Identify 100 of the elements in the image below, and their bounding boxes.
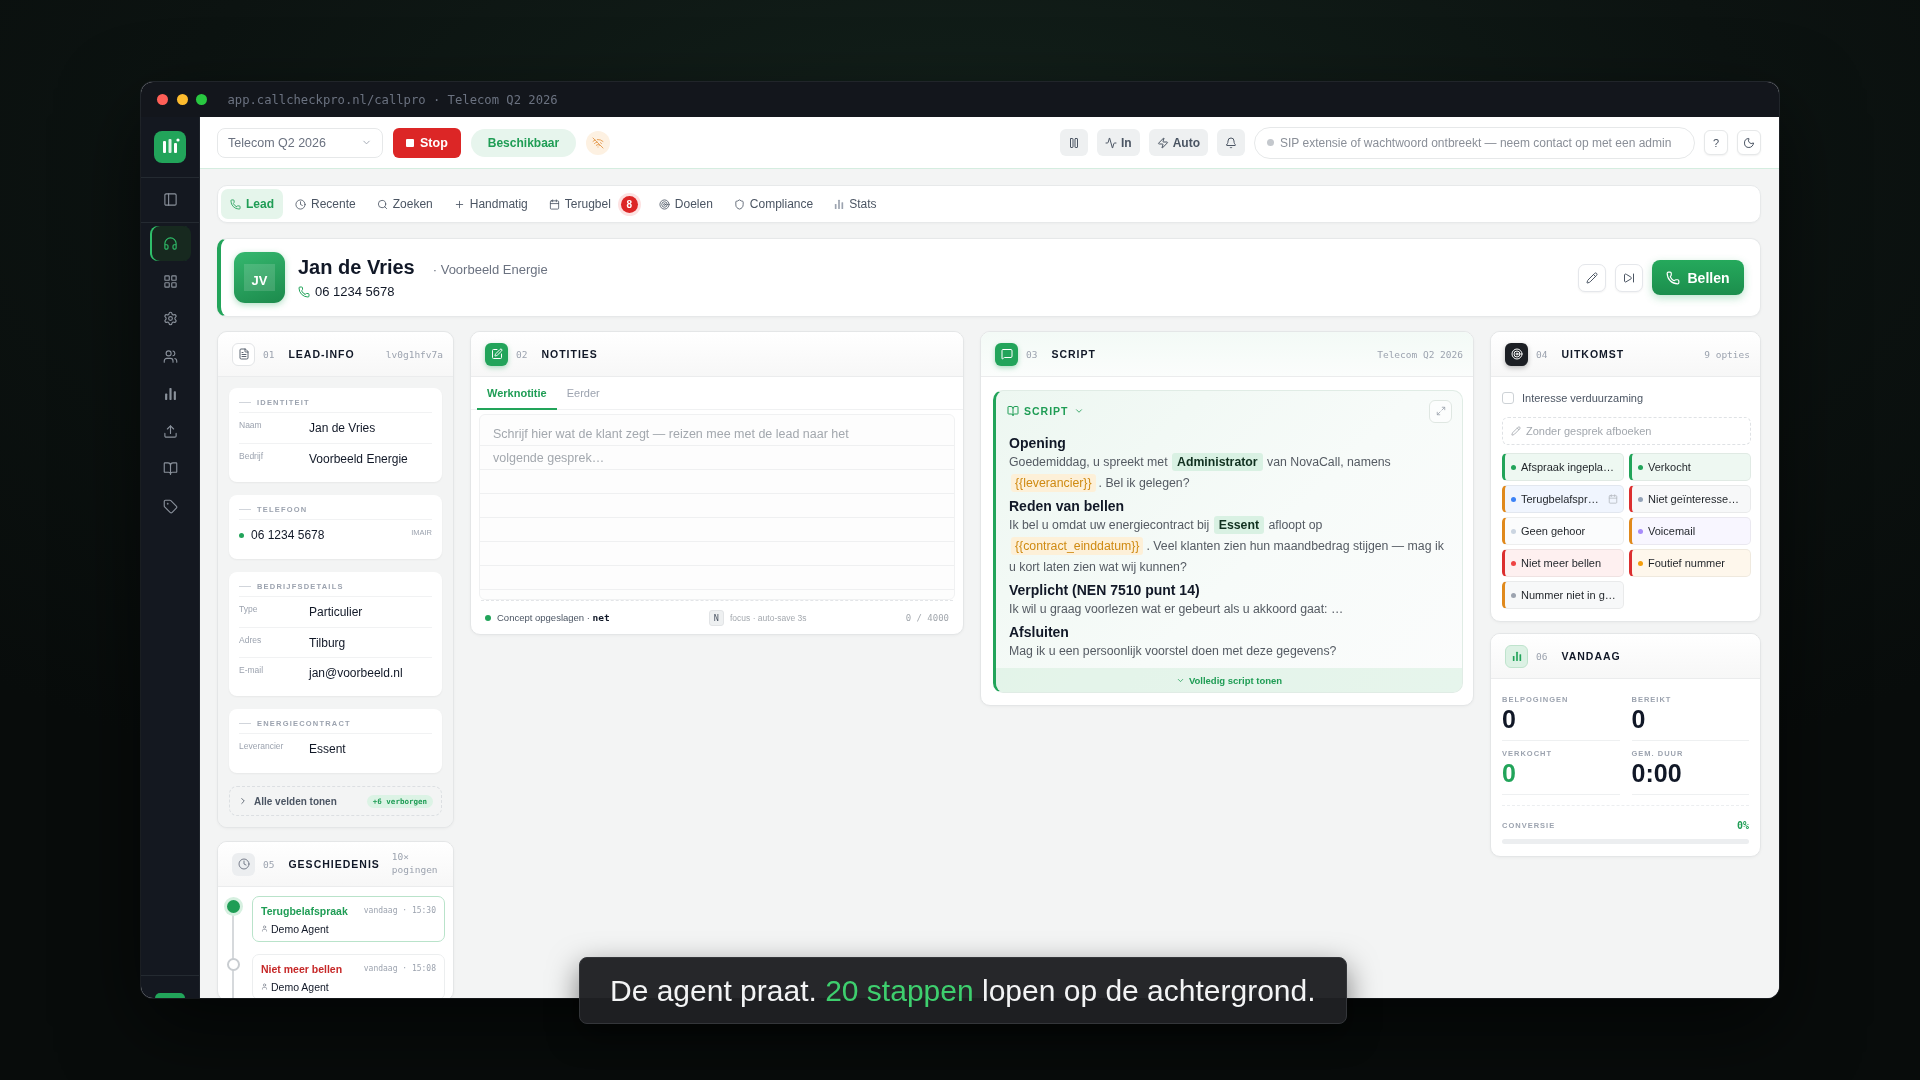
book-icon: [162, 461, 178, 476]
phone-icon: [1666, 270, 1681, 285]
headphones-icon: [162, 236, 178, 251]
save-status: Concept opgeslagen · net: [497, 612, 610, 623]
script-paragraph: Ik wil u graag voorlezen wat er gebeurt als u akkoord gaat: …: [1009, 601, 1345, 618]
field-value: Particulier: [309, 605, 364, 619]
lead-name: Jan de Vries: [298, 256, 415, 279]
chevron-down-icon: [1073, 406, 1084, 416]
logo-icon[interactable]: [154, 131, 186, 163]
field-label: E-mail: [239, 664, 265, 675]
outcome-button[interactable]: Afspraak ingepla…: [1502, 453, 1624, 481]
panel-icon: [162, 191, 178, 207]
field-value: jan@voorbeeld.nl: [309, 665, 404, 680]
panel-number: 01: [263, 348, 275, 360]
tab[interactable]: Compliance: [724, 189, 823, 219]
outcome-button[interactable]: Verkocht: [1629, 453, 1751, 481]
panel-meta: 10× pogingen: [391, 851, 439, 877]
plus-icon: [453, 198, 465, 210]
notes-tab[interactable]: Werknotitie: [477, 377, 557, 410]
checkbox[interactable]: [1502, 392, 1514, 404]
clock-icon: [295, 198, 306, 210]
script-heading: Verplicht (NEN 7510 punt 14): [1009, 582, 1201, 598]
history-time: vandaag · 15:30: [363, 906, 436, 915]
pencil-icon: [1511, 426, 1521, 436]
panel-title: SCRIPT: [1051, 348, 1096, 360]
script-heading: Reden van bellen: [1009, 498, 1126, 514]
outcome-button[interactable]: Niet meer bellen: [1502, 549, 1624, 577]
script-paragraph: Mag ik u een persoonlijk voorstel doen met deze gegevens?: [1009, 643, 1338, 660]
in-button[interactable]: In: [1097, 129, 1140, 156]
tab[interactable]: Stats: [825, 189, 886, 219]
tab[interactable]: Terugbel 8: [539, 189, 647, 219]
notes-field[interactable]: Schrijf hier wat de klant zegt — reizen mee met de lead naar het volgende gesprek…: [479, 414, 955, 600]
field-value: Voorbeeld Energie: [309, 451, 409, 466]
panel-title: LEAD-INFO: [288, 348, 355, 360]
field-value: Essent: [309, 742, 347, 756]
sidebar-item[interactable]: [149, 226, 191, 261]
outcome-button[interactable]: Terugbelafspr…: [1502, 485, 1624, 513]
stop-button[interactable]: Stop: [393, 127, 461, 158]
user-icon: [261, 983, 268, 990]
tab[interactable]: Recente: [286, 189, 365, 219]
count-badge: 8: [620, 195, 638, 213]
theme-toggle-button[interactable]: [1737, 130, 1761, 155]
stat-value: 0:00: [1631, 761, 1683, 786]
upload-icon: [162, 423, 178, 439]
checkbox-label[interactable]: Interesse verduurzaming: [1522, 392, 1644, 404]
bar-chart-icon: [834, 199, 845, 209]
wifi-off-icon: [586, 130, 611, 155]
campaign-select[interactable]: Telecom Q2 2026: [217, 127, 383, 158]
lead-avatar: JV: [234, 252, 285, 303]
bar-chart-icon: [1505, 644, 1528, 668]
panel-title: UITKOMST: [1561, 348, 1625, 360]
history-title: Niet meer bellen: [261, 962, 343, 975]
outcome-button[interactable]: Nummer niet in g…: [1502, 581, 1624, 609]
panel-title: VANDAAG: [1561, 650, 1621, 662]
script-paragraph: Ik bel u omdat uw energiecontract bij Essent afloopt op {{contract_einddatum}} . Veel klanten zien hun maandbedrag stijgen — mag ik u kort laten zien wat wij kunnen?: [1009, 515, 1445, 576]
phone-icon: [298, 285, 310, 298]
show-all-label[interactable]: Alle velden tonen: [254, 795, 337, 807]
edit-button[interactable]: [1578, 263, 1606, 292]
phone-number: 06 1234 5678: [251, 528, 325, 542]
outcome-button[interactable]: Foutief nummer: [1629, 549, 1751, 577]
url-text: app.callcheckpro.nl/callpro · Telecom Q2 2026: [227, 92, 558, 107]
stat-value: 0: [1502, 761, 1517, 786]
panel-meta: 9 opties: [1704, 348, 1750, 360]
window-maximize-button[interactable]: [196, 94, 207, 105]
panel-title: NOTITIES: [541, 348, 598, 360]
panel-number: 03: [1026, 348, 1038, 360]
outcome-button[interactable]: Niet geïnteresse…: [1629, 485, 1751, 513]
script-heading: Afsluiten: [1009, 624, 1070, 640]
panel-meta: Telecom Q2 2026: [1377, 348, 1463, 360]
shield-icon: [733, 198, 745, 210]
shortcut-hint: focus · auto-save 3s: [730, 612, 807, 623]
conversion-value: 0%: [1736, 820, 1749, 831]
auto-button[interactable]: Auto: [1148, 129, 1208, 156]
panel-number: 05: [263, 858, 275, 870]
panel-meta: lv0g1hfv7a: [385, 348, 443, 360]
skip-forward-icon: [1623, 271, 1635, 284]
notifications-button[interactable]: [1217, 129, 1245, 156]
skip-button[interactable]: [1615, 263, 1643, 292]
tab[interactable]: Zoeken: [367, 189, 442, 219]
history-title: Terugbelafspraak: [261, 904, 348, 917]
call-button[interactable]: Bellen: [1652, 260, 1744, 295]
tab[interactable]: Doelen: [649, 189, 722, 219]
outcome-button[interactable]: Voicemail: [1629, 517, 1751, 545]
chevron-right-icon: [238, 796, 248, 806]
history-card[interactable]: Niet meer bellen vandaag · 15:08 Demo Agent: [252, 954, 445, 998]
field-value: Tilburg: [309, 635, 347, 650]
window-close-button[interactable]: [157, 94, 168, 105]
user-avatar[interactable]: [155, 993, 185, 998]
user-icon: [261, 925, 268, 932]
window-minimize-button[interactable]: [176, 94, 188, 105]
panel-title: GESCHIEDENIS: [288, 858, 380, 870]
status-dot-icon: [485, 614, 491, 621]
shortcut-key: N: [708, 609, 724, 626]
history-card[interactable]: Terugbelafspraak vandaag · 15:30 Demo Agent: [252, 896, 445, 942]
outcome-button[interactable]: Geen gehoor: [1502, 517, 1624, 545]
field-value: Jan de Vries: [309, 421, 377, 435]
help-button[interactable]: ?: [1704, 130, 1728, 155]
tab[interactable]: Handmatig: [444, 189, 537, 219]
pause-button[interactable]: [1060, 129, 1088, 156]
edit-icon: [485, 342, 508, 366]
